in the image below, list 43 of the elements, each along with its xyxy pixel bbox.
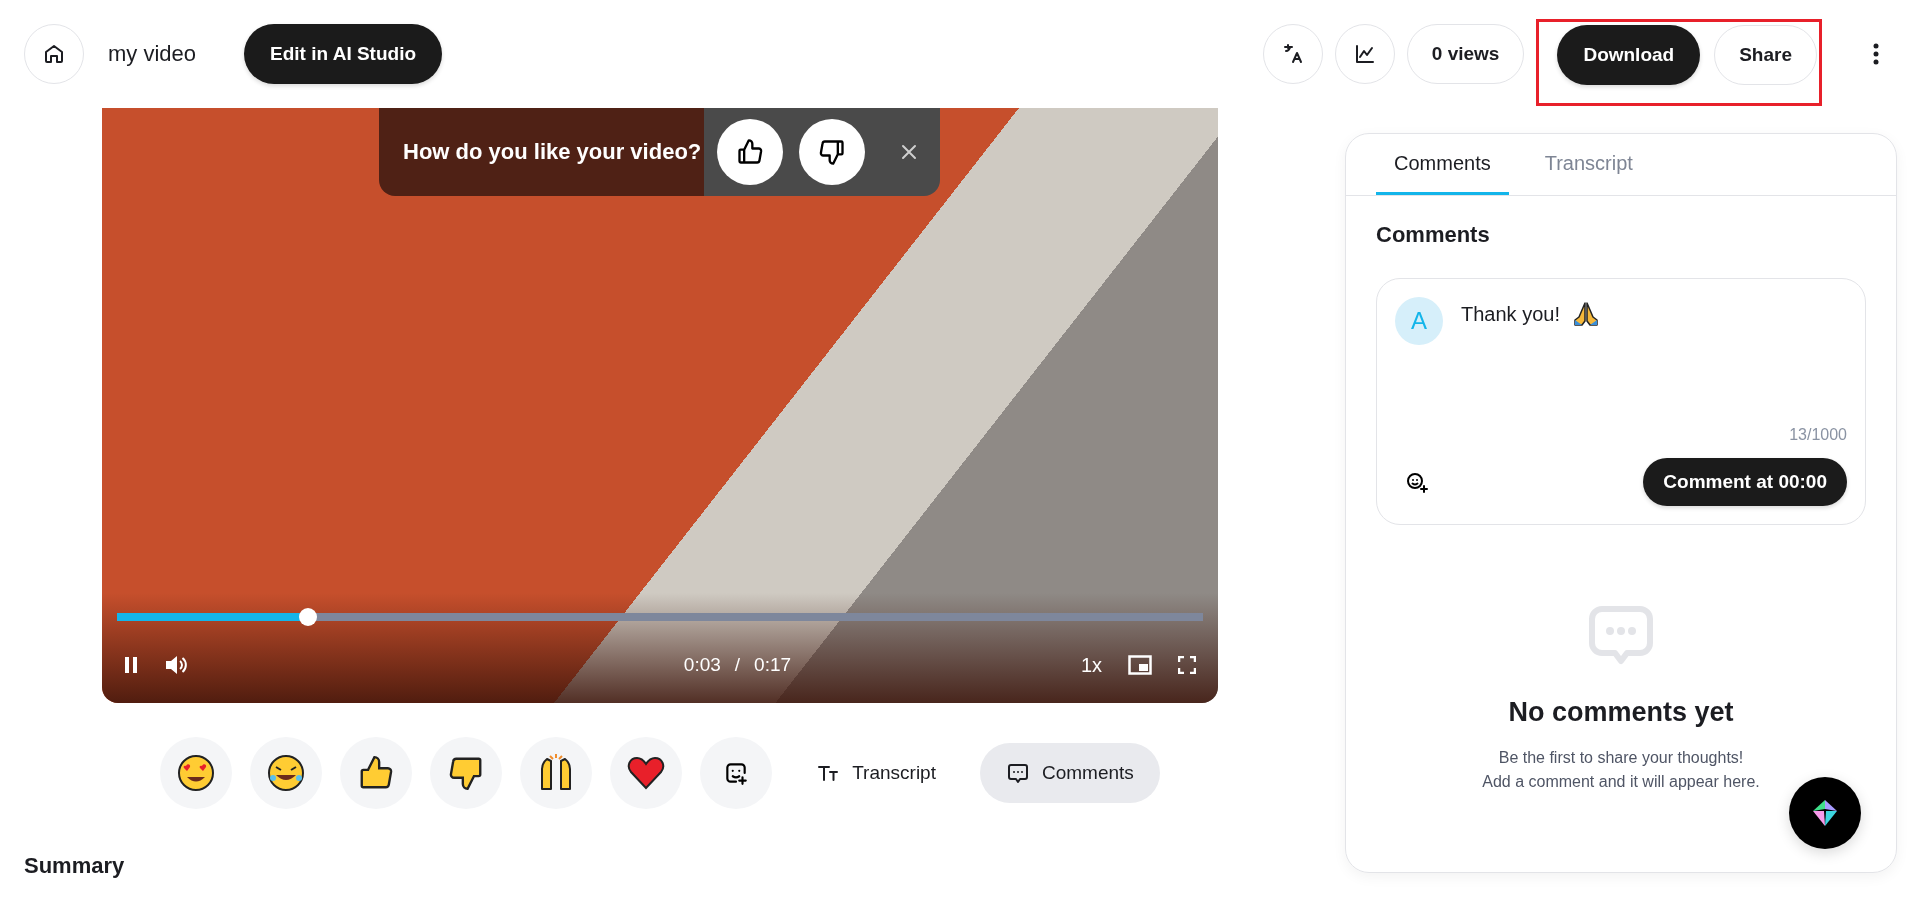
empty-state-text: Be the first to share your thoughts! [1498, 748, 1744, 768]
comment-submit-button[interactable]: Comment at 00:00 [1643, 458, 1847, 506]
duration: 0:17 [754, 654, 792, 676]
thumbs-down-icon [818, 138, 847, 166]
heart-eyes-emoji-icon [176, 753, 217, 793]
picture-in-picture-icon [1128, 655, 1152, 675]
laughing-emoji-icon [266, 753, 307, 793]
share-button[interactable]: Share [1714, 24, 1817, 85]
pause-button[interactable] [124, 656, 138, 674]
speaker-icon [164, 654, 188, 676]
transcript-button[interactable]: Transcript [790, 743, 962, 803]
video-title: my video [108, 41, 197, 67]
add-emoji-icon [1405, 470, 1429, 494]
panel-tab[interactable]: Comments [1376, 134, 1509, 195]
comments-button[interactable]: Comments [979, 743, 1160, 803]
speed-button[interactable]: 1x [1080, 653, 1102, 677]
more-icon [1873, 43, 1879, 65]
progress-handle[interactable] [299, 608, 318, 626]
assistant-button[interactable] [1789, 777, 1861, 849]
character-counter: 13/1000 [1789, 426, 1847, 444]
progress-track[interactable] [117, 613, 1203, 621]
add-sticker-icon [723, 760, 750, 786]
praying-hands-icon [1573, 301, 1599, 327]
current-time: 0:03 [683, 654, 721, 676]
user-avatar: A [1395, 297, 1443, 345]
panel-tab[interactable]: Transcript [1526, 134, 1651, 195]
volume-button[interactable] [164, 654, 188, 676]
chat-bubble-icon [1005, 761, 1030, 785]
panel-heading: Comments [1376, 222, 1491, 248]
empty-state-text: Add a comment and it will appear here. [1482, 772, 1760, 792]
download-button[interactable]: Download [1557, 24, 1701, 85]
fullscreen-icon [1178, 656, 1196, 674]
feedback-question: How do you like your video? [403, 139, 702, 165]
time-separator: / [734, 654, 741, 676]
empty-state-title: No comments yet [1508, 697, 1734, 728]
home-icon [42, 42, 66, 66]
thumbs-up-icon [736, 138, 765, 166]
edit-button[interactable]: Edit in AI Studio [244, 24, 443, 84]
views-button[interactable]: 0 views [1406, 24, 1525, 84]
picture-in-picture-button[interactable] [1128, 655, 1152, 675]
fullscreen-button[interactable] [1178, 656, 1196, 674]
pause-icon [124, 656, 138, 674]
summary-heading: Summary [24, 853, 126, 879]
